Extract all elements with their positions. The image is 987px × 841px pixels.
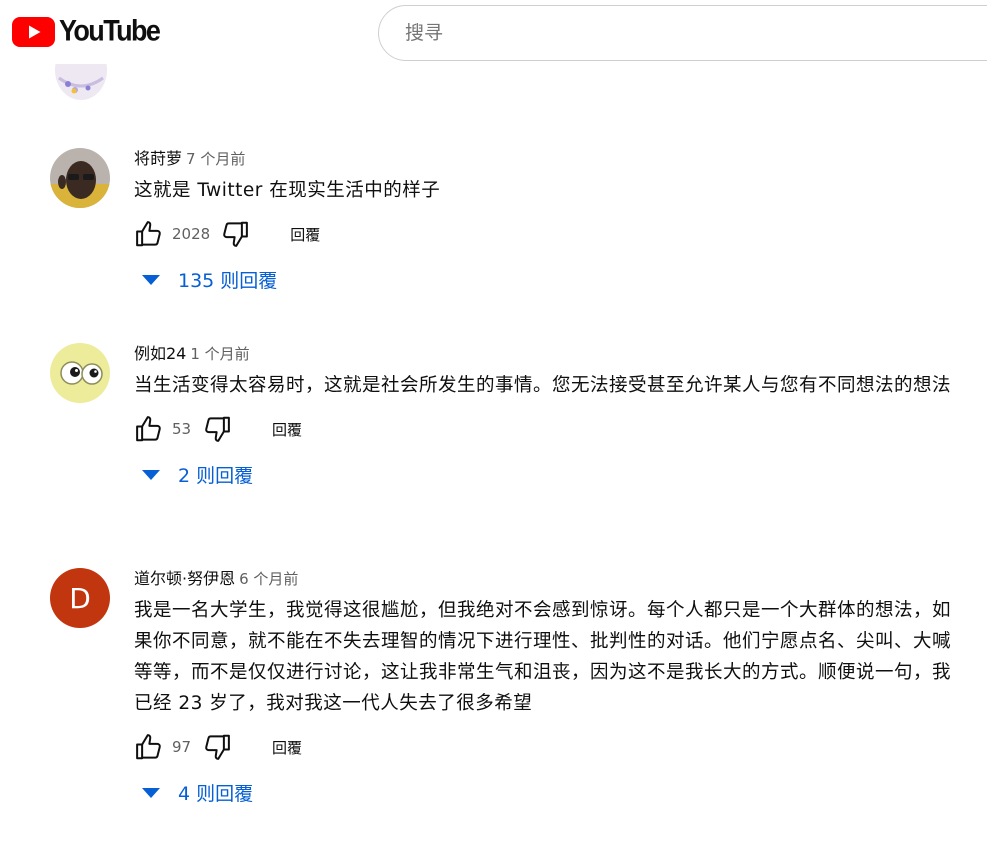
- thumbs-up-icon[interactable]: [134, 219, 164, 249]
- author-name[interactable]: 道尔顿·努伊恩: [134, 569, 235, 588]
- reply-button[interactable]: 回覆: [272, 737, 302, 758]
- replies-count: 4 则回覆: [178, 783, 254, 805]
- comment-text: 这就是 Twitter 在现实生活中的样子: [134, 180, 441, 201]
- comment-header: 例如24 1 个月前: [134, 343, 964, 365]
- comment-time[interactable]: 1 个月前: [190, 345, 249, 363]
- thumbs-down-icon[interactable]: [220, 219, 250, 249]
- author-name[interactable]: 将莳萝: [134, 149, 182, 168]
- caret-down-icon: [142, 469, 160, 480]
- caret-down-icon: [142, 787, 160, 798]
- view-replies-button[interactable]: 135 则回覆: [142, 266, 964, 293]
- logo-text: YouTube: [59, 14, 161, 48]
- thumbs-up-icon[interactable]: [134, 732, 164, 762]
- comment-actions: 2028 回覆: [134, 214, 964, 254]
- partial-avatar-image: [55, 64, 107, 100]
- comment-text: 当生活变得太容易时，这就是社会所发生的事情。您无法接受甚至允许某人与您有不同想法…: [134, 375, 952, 396]
- avatar-image: [50, 148, 110, 208]
- avatar[interactable]: [50, 343, 110, 403]
- search-box[interactable]: [378, 5, 987, 61]
- replies-count: 135 则回覆: [178, 270, 278, 292]
- youtube-play-icon: [12, 16, 55, 47]
- thumbs-down-icon[interactable]: [202, 414, 232, 444]
- author-name[interactable]: 例如24: [134, 344, 186, 363]
- comment-time[interactable]: 7 个月前: [186, 150, 245, 168]
- top-bar: YouTube: [0, 0, 987, 68]
- comment-header: 道尔顿·努伊恩 6 个月前: [134, 568, 964, 590]
- avatar[interactable]: D: [50, 568, 110, 628]
- like-count: 97: [172, 738, 192, 756]
- avatar-image: [50, 343, 110, 403]
- comment-actions: 97 回覆: [134, 727, 964, 767]
- comment-time[interactable]: 6 个月前: [239, 570, 298, 588]
- like-count: 2028: [172, 225, 211, 243]
- comment-header: 将莳萝 7 个月前: [134, 148, 964, 170]
- view-replies-button[interactable]: 4 则回覆: [142, 779, 964, 806]
- comment-actions: 53 回覆: [134, 409, 964, 449]
- replies-count: 2 则回覆: [178, 465, 254, 487]
- avatar[interactable]: [55, 64, 107, 100]
- comment-body: 将莳萝 7 个月前 这就是 Twitter 在现实生活中的样子 2028 回覆 1…: [134, 148, 964, 293]
- comment-text: 我是一名大学生，我觉得这很尴尬，但我绝对不会感到惊讶。每个人都只是一个大群体的想…: [134, 600, 952, 714]
- avatar[interactable]: [50, 148, 110, 208]
- caret-down-icon: [142, 274, 160, 285]
- thumbs-up-icon[interactable]: [134, 414, 164, 444]
- reply-button[interactable]: 回覆: [290, 224, 320, 245]
- comment-body: 道尔顿·努伊恩 6 个月前 我是一名大学生，我觉得这很尴尬，但我绝对不会感到惊讶。…: [134, 568, 964, 806]
- avatar-letter: D: [69, 581, 91, 615]
- like-count: 53: [172, 420, 192, 438]
- comment-body: 例如24 1 个月前 当生活变得太容易时，这就是社会所发生的事情。您无法接受甚至允…: [134, 343, 964, 488]
- youtube-logo[interactable]: YouTube: [12, 14, 161, 48]
- thumbs-down-icon[interactable]: [202, 732, 232, 762]
- view-replies-button[interactable]: 2 则回覆: [142, 461, 964, 488]
- reply-button[interactable]: 回覆: [272, 419, 302, 440]
- search-input[interactable]: [403, 21, 967, 45]
